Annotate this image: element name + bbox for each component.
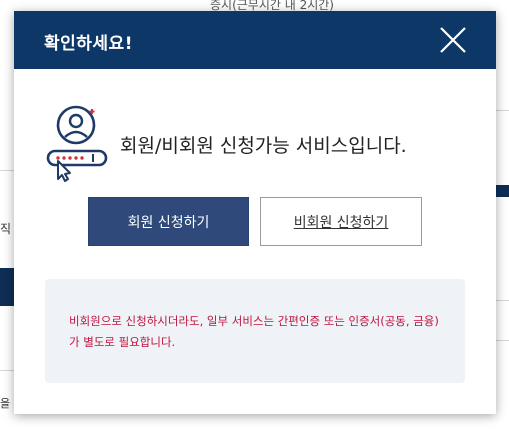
background-divider [0, 170, 14, 171]
close-icon [440, 27, 466, 53]
close-button[interactable] [438, 25, 468, 55]
nonmember-apply-button[interactable]: 비회원 신청하기 [260, 197, 422, 246]
background-text-left: 직 [0, 222, 12, 236]
notice-text: 비회원으로 신청하시더라도, 일부 서비스는 간편인증 또는 인증서(공동, 금… [69, 314, 439, 349]
confirm-dialog: 확인하세요! 회원/비회원 신청가능 서비스입니다. 회원 신청하기 비회원 신… [14, 11, 496, 414]
background-divider [496, 340, 509, 341]
user-form-icon [46, 105, 108, 182]
background-divider [496, 110, 509, 111]
dialog-message: 회원/비회원 신청가능 서비스입니다. [120, 135, 407, 157]
dialog-header: 확인하세요! [14, 11, 496, 69]
background-divider [0, 370, 14, 371]
dialog-title: 확인하세요! [44, 34, 133, 54]
message-row: 회원/비회원 신청가능 서비스입니다. [46, 103, 476, 183]
background-button-fragment [0, 268, 14, 306]
background-divider [496, 300, 509, 301]
background-block [496, 185, 509, 197]
member-apply-button[interactable]: 회원 신청하기 [88, 197, 249, 246]
notice-box: 비회원으로 신청하시더라도, 일부 서비스는 간편인증 또는 인증서(공동, 금… [45, 279, 465, 383]
